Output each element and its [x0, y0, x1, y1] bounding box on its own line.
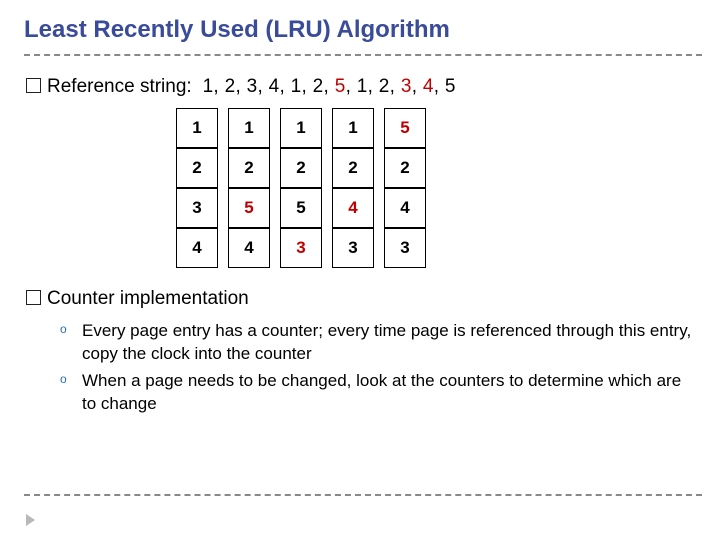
content-area: Reference string: 1, 2, 3, 4, 1, 2, 5, 1…	[0, 56, 720, 416]
reference-string: 1, 2, 3, 4, 1, 2, 5, 1, 2, 3, 4, 5	[197, 76, 456, 97]
ref-part-1: 1, 2, 3, 4, 1, 2,	[203, 76, 335, 97]
list-item: When a page needs to be changed, look at…	[56, 370, 694, 416]
table-cell: 5	[280, 188, 322, 228]
table-row: 11115	[176, 108, 426, 148]
ref-red-1: 5	[335, 76, 346, 97]
table-cell: 2	[332, 148, 374, 188]
table-cell: 2	[176, 148, 218, 188]
counter-sublist: Every page entry has a counter; every ti…	[56, 320, 694, 416]
lru-frame-table: 11115222223554444333	[166, 108, 436, 268]
table-cell: 1	[228, 108, 270, 148]
table-row: 44333	[176, 228, 426, 268]
counter-line: Counter implementation	[26, 288, 694, 310]
ref-part-4: , 5	[434, 76, 456, 97]
table-cell: 3	[176, 188, 218, 228]
counter-label: Counter implementation	[47, 288, 249, 309]
list-item: Every page entry has a counter; every ti…	[56, 320, 694, 366]
table-cell: 3	[332, 228, 374, 268]
table-cell: 5	[384, 108, 426, 148]
reference-line: Reference string: 1, 2, 3, 4, 1, 2, 5, 1…	[26, 76, 694, 98]
ref-red-2: 3	[401, 76, 412, 97]
ref-part-3: ,	[412, 76, 423, 97]
ref-red-3: 4	[423, 76, 434, 97]
table-cell: 1	[176, 108, 218, 148]
table-row: 22222	[176, 148, 426, 188]
footer-arrow-icon	[26, 514, 35, 526]
table-cell: 4	[332, 188, 374, 228]
table-cell: 1	[332, 108, 374, 148]
table-cell: 2	[280, 148, 322, 188]
table-cell: 4	[384, 188, 426, 228]
table-row: 35544	[176, 188, 426, 228]
checkbox-icon	[26, 290, 41, 305]
table-cell: 2	[228, 148, 270, 188]
table-cell: 3	[280, 228, 322, 268]
table-cell: 4	[228, 228, 270, 268]
table-cell: 4	[176, 228, 218, 268]
reference-label: Reference string:	[47, 76, 192, 97]
table-cell: 3	[384, 228, 426, 268]
ref-part-2: , 1, 2,	[346, 76, 401, 97]
table-cell: 1	[280, 108, 322, 148]
table-cell: 2	[384, 148, 426, 188]
divider-bottom	[24, 494, 702, 496]
table-cell: 5	[228, 188, 270, 228]
page-title: Least Recently Used (LRU) Algorithm	[0, 0, 720, 54]
checkbox-icon	[26, 78, 41, 93]
